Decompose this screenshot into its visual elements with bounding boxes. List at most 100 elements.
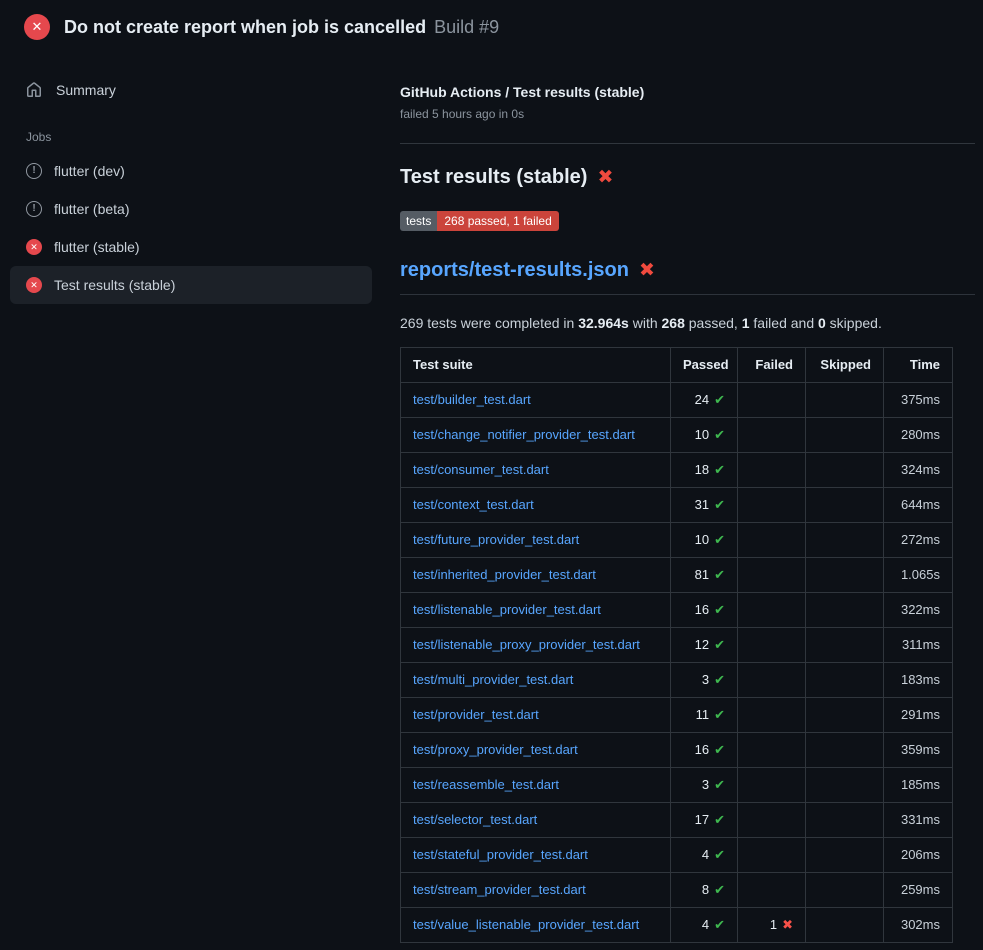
test-suite-link[interactable]: test/selector_test.dart bbox=[413, 812, 537, 827]
test-suite-link[interactable]: test/stream_provider_test.dart bbox=[413, 882, 586, 897]
passed-count: 4 bbox=[702, 917, 709, 932]
check-icon: ✔ bbox=[714, 637, 725, 652]
passed-count: 18 bbox=[695, 462, 709, 477]
failed-icon: ✕ bbox=[26, 239, 42, 255]
time-cell: 375ms bbox=[884, 383, 953, 418]
check-icon: ✔ bbox=[714, 777, 725, 792]
time-cell: 1.065s bbox=[884, 558, 953, 593]
check-icon: ✔ bbox=[714, 532, 725, 547]
skipped-cell bbox=[806, 838, 884, 873]
test-suite-link[interactable]: test/reassemble_test.dart bbox=[413, 777, 559, 792]
badge-value: 268 passed, 1 failed bbox=[437, 211, 558, 231]
check-icon: ✔ bbox=[714, 392, 725, 407]
passed-count: 31 bbox=[695, 497, 709, 512]
check-icon: ✔ bbox=[714, 917, 725, 932]
summary-text: with bbox=[629, 315, 662, 331]
cross-icon: ✖ bbox=[782, 917, 793, 932]
sidebar-item-flutter-stable[interactable]: ✕ flutter (stable) bbox=[10, 228, 372, 266]
skipped-cell bbox=[806, 768, 884, 803]
passed-cell: 3✔ bbox=[671, 663, 738, 698]
column-header: Skipped bbox=[806, 348, 884, 383]
time-cell: 259ms bbox=[884, 873, 953, 908]
table-row: test/context_test.dart31✔644ms bbox=[401, 488, 953, 523]
skipped-cell bbox=[806, 663, 884, 698]
check-icon: ✔ bbox=[714, 462, 725, 477]
failed-x-icon: ✖ bbox=[639, 261, 655, 280]
test-suite-link[interactable]: test/proxy_provider_test.dart bbox=[413, 742, 578, 757]
failed-x-icon: ✖ bbox=[597, 168, 613, 187]
failed-cell bbox=[738, 558, 806, 593]
sidebar-item-flutter-dev[interactable]: ! flutter (dev) bbox=[10, 152, 372, 190]
suite-cell: test/consumer_test.dart bbox=[401, 453, 671, 488]
time-cell: 280ms bbox=[884, 418, 953, 453]
badge-label: tests bbox=[400, 211, 437, 231]
failed-icon: ✕ bbox=[26, 277, 42, 293]
skipped-cell bbox=[806, 523, 884, 558]
passed-count: 10 bbox=[695, 532, 709, 547]
passed-count: 17 bbox=[695, 812, 709, 827]
test-suite-link[interactable]: test/listenable_provider_test.dart bbox=[413, 602, 601, 617]
passed-count: 24 bbox=[695, 392, 709, 407]
passed-cell: 11✔ bbox=[671, 698, 738, 733]
suite-cell: test/stream_provider_test.dart bbox=[401, 873, 671, 908]
sidebar-item-flutter-beta[interactable]: !flutter (beta) bbox=[10, 190, 372, 228]
sidebar-item-summary[interactable]: Summary bbox=[10, 70, 372, 110]
skipped-cell bbox=[806, 698, 884, 733]
passed-cell: 4✔ bbox=[671, 838, 738, 873]
table-row: test/stateful_provider_test.dart4✔206ms bbox=[401, 838, 953, 873]
passed-cell: 10✔ bbox=[671, 418, 738, 453]
sidebar-item-test-results-stable[interactable]: ✕ Test results (stable) bbox=[10, 266, 372, 304]
passed-cell: 10 ✔ bbox=[671, 523, 738, 558]
failed-cell bbox=[738, 523, 806, 558]
table-row: test/future_provider_test.dart10✔272ms bbox=[401, 523, 953, 558]
summary-text: skipped. bbox=[826, 315, 882, 331]
suite-cell: test/reassemble_test.dart bbox=[401, 768, 671, 803]
failed-cell bbox=[738, 873, 806, 908]
test-suite-link[interactable]: test/listenable_proxy_provider_test.dart bbox=[413, 637, 640, 652]
table-row: test/builder_test.dart 24 ✔ 375ms bbox=[401, 383, 953, 418]
sidebar: Summary Jobs ! flutter (dev) !flutter (bet… bbox=[0, 54, 392, 304]
suite-cell: test/builder_test.dart bbox=[401, 383, 671, 418]
test-suite-link[interactable]: test/stateful_provider_test.dart bbox=[413, 847, 588, 862]
test-suite-link[interactable]: test/provider_test.dart bbox=[413, 707, 539, 722]
passed-count: 3 bbox=[702, 777, 709, 792]
test-suite-link[interactable]: test/context_test.dart bbox=[413, 497, 534, 512]
jobs-section-label: Jobs bbox=[10, 110, 372, 152]
failed-status-icon: ✕ bbox=[24, 14, 50, 40]
header: ✕ Do not create report when job is cance… bbox=[0, 0, 983, 54]
time-cell: 302ms bbox=[884, 908, 953, 943]
skipped-cell bbox=[806, 803, 884, 838]
passed-cell: 24 ✔ bbox=[671, 383, 738, 418]
passed-cell: 12✔ bbox=[671, 628, 738, 663]
failed-cell bbox=[738, 733, 806, 768]
failed-cell: 1✖ bbox=[738, 908, 806, 943]
test-suite-link[interactable]: test/multi_provider_test.dart bbox=[413, 672, 573, 687]
test-suite-link[interactable]: test/change_notifier_provider_test.dart bbox=[413, 427, 635, 442]
time-cell: 324ms bbox=[884, 453, 953, 488]
passed-cell: 81✔ bbox=[671, 558, 738, 593]
test-suite-link[interactable]: test/builder_test.dart bbox=[413, 392, 531, 407]
workflow-breadcrumb: GitHub Actions / Test results (stable) bbox=[400, 84, 975, 100]
table-row: test/inherited_provider_test.dart 81✔ 1.06… bbox=[401, 558, 953, 593]
passed-count: 4 bbox=[702, 847, 709, 862]
suite-cell: test/change_notifier_provider_test.dart bbox=[401, 418, 671, 453]
sidebar-item-label: flutter (dev) bbox=[54, 163, 125, 179]
passed-count: 8 bbox=[702, 882, 709, 897]
page-title: Do not create report when job is cancell… bbox=[64, 17, 426, 38]
sidebar-item-label: flutter (stable) bbox=[54, 239, 140, 255]
test-suite-link[interactable]: test/consumer_test.dart bbox=[413, 462, 549, 477]
test-suite-link[interactable]: test/inherited_provider_test.dart bbox=[413, 567, 596, 582]
passed-cell: 3✔ bbox=[671, 768, 738, 803]
test-suite-link[interactable]: test/future_provider_test.dart bbox=[413, 532, 579, 547]
test-suite-link[interactable]: test/value_listenable_provider_test.dart bbox=[413, 917, 639, 932]
passed-cell: 17 ✔ bbox=[671, 803, 738, 838]
check-icon: ✔ bbox=[714, 427, 725, 442]
passed-count: 16 bbox=[695, 742, 709, 757]
home-icon bbox=[26, 82, 42, 98]
time-cell: 644ms bbox=[884, 488, 953, 523]
warning-icon: ! bbox=[26, 163, 42, 179]
check-icon: ✔ bbox=[714, 812, 725, 827]
failed-cell bbox=[738, 663, 806, 698]
report-file-link[interactable]: reports/test-results.json bbox=[400, 259, 629, 282]
sidebar-item-label: Test results (stable) bbox=[54, 277, 175, 293]
